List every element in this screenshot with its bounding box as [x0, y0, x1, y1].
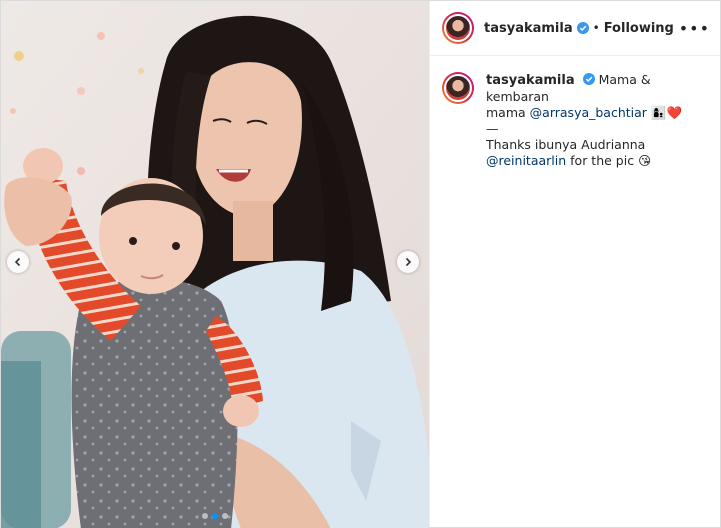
post-sidebar: tasyakamila • Following ••• tasyakamila … — [429, 1, 720, 527]
verified-badge-icon — [582, 73, 595, 85]
following-button[interactable]: Following — [604, 21, 674, 36]
avatar[interactable] — [442, 72, 474, 104]
carousel-indicator — [1, 513, 429, 519]
instagram-post: tasyakamila • Following ••• tasyakamila … — [0, 0, 721, 528]
chevron-right-icon — [405, 257, 412, 267]
post-header: tasyakamila • Following ••• — [430, 1, 720, 56]
carousel-dot — [202, 513, 208, 519]
carousel-dot — [222, 513, 228, 519]
chevron-left-icon — [14, 257, 21, 267]
emoji: 😘 — [638, 153, 652, 168]
caption-line: for the pic — [570, 153, 635, 168]
carousel-prev-button[interactable] — [7, 251, 29, 273]
carousel-next-button[interactable] — [397, 251, 419, 273]
mention-link[interactable]: @arrasya_bachtiar — [530, 105, 647, 120]
username-link[interactable]: tasyakamila — [486, 73, 575, 88]
caption-block: tasyakamila Mama & kembaran mama @arrasy… — [430, 56, 720, 185]
post-image[interactable] — [1, 1, 429, 528]
photo-mother-and-baby — [1, 1, 429, 528]
caption-text: tasyakamila Mama & kembaran mama @arrasy… — [486, 72, 708, 169]
avatar[interactable] — [442, 12, 474, 44]
verified-badge-icon — [576, 22, 589, 34]
username-link[interactable]: tasyakamila — [484, 21, 573, 36]
mention-link[interactable]: @reinitaarlin — [486, 153, 566, 168]
caption-line: mama — [486, 105, 526, 120]
caption-divider: — — [486, 121, 499, 136]
separator-dot: • — [592, 21, 600, 35]
caption-line: Thanks ibunya Audrianna — [486, 137, 646, 152]
emoji: 👩‍👦❤️ — [650, 105, 683, 120]
more-options-button[interactable]: ••• — [679, 19, 710, 38]
carousel-dot-active — [212, 513, 218, 519]
